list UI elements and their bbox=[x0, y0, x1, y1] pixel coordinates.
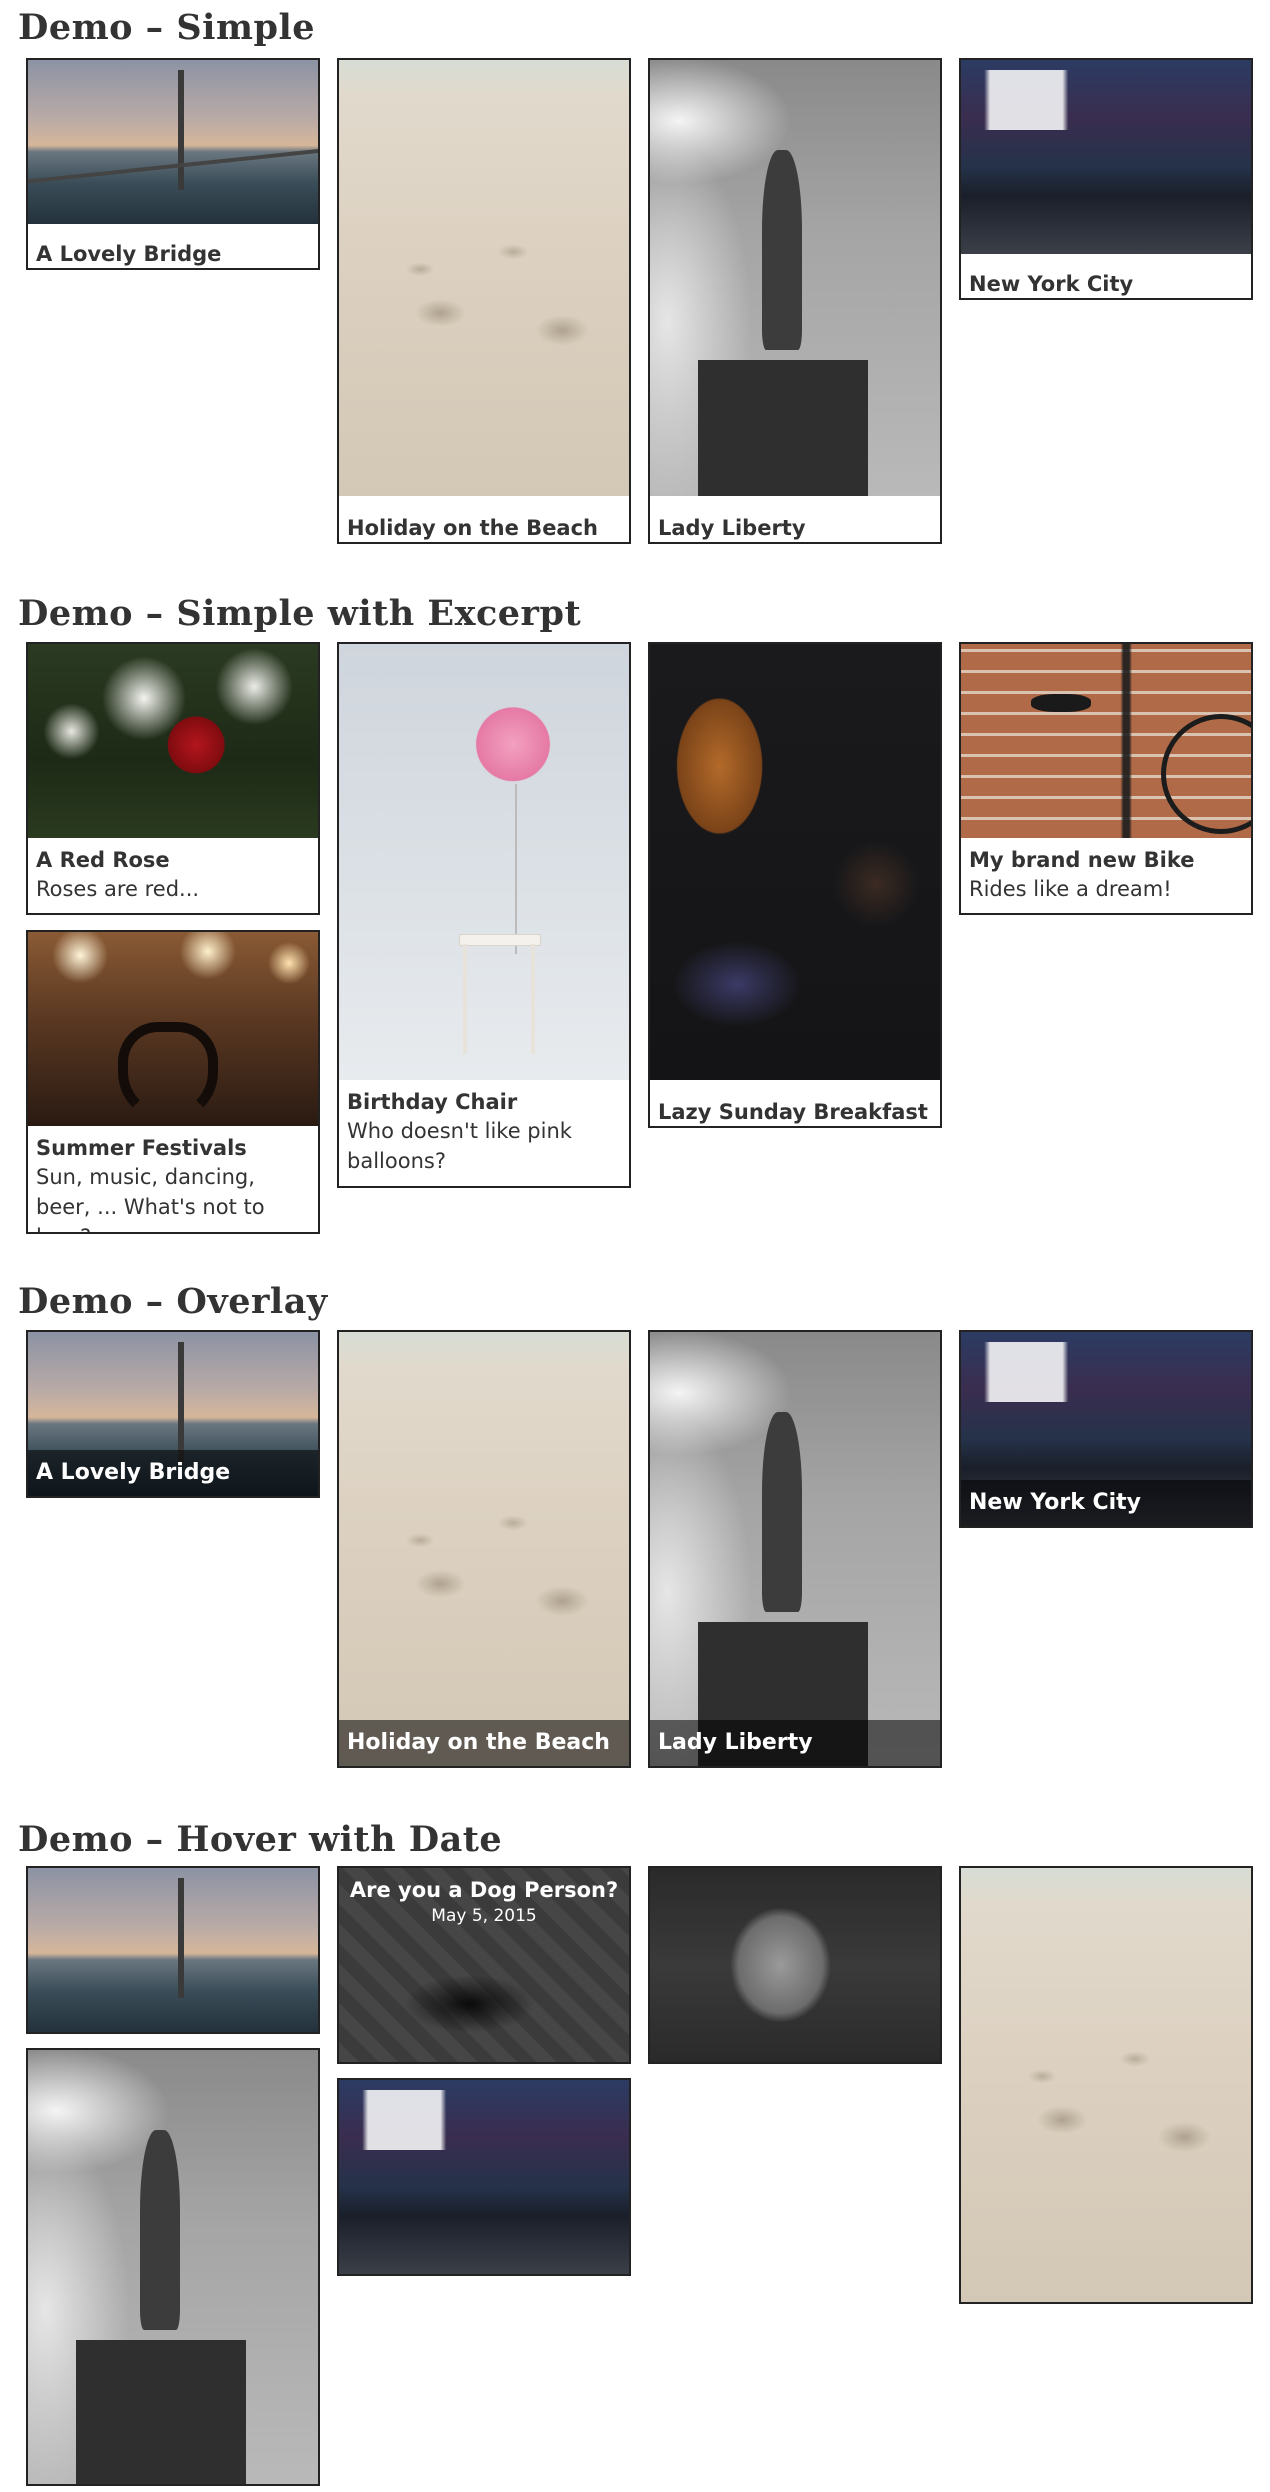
card-excerpt: Who doesn't like pink balloons? bbox=[347, 1119, 572, 1173]
gallery-card-concert[interactable]: Summer Festivals Sun, music, dancing, be… bbox=[26, 930, 320, 1234]
statue-of-liberty-photo bbox=[650, 60, 940, 496]
beach-footprints-photo bbox=[961, 1868, 1251, 2302]
card-title: Lady Liberty bbox=[658, 516, 806, 540]
section-heading-hover: Demo – Hover with Date bbox=[18, 1819, 503, 1860]
gallery-card-balloon-chair[interactable]: Birthday Chair Who doesn't like pink bal… bbox=[337, 642, 631, 1188]
gallery-card-beach[interactable]: Holiday on the Beach bbox=[337, 58, 631, 544]
gallery-card-bridge-hover[interactable] bbox=[26, 1866, 320, 2034]
card-title: A Red Rose bbox=[36, 848, 170, 872]
section-heading-simple: Demo – Simple bbox=[18, 7, 316, 48]
card-title: Holiday on the Beach bbox=[347, 516, 599, 540]
gallery-card-rose[interactable]: A Red Rose Roses are red... bbox=[26, 642, 320, 915]
gallery-card-bridge-overlay[interactable]: A Lovely Bridge bbox=[26, 1330, 320, 1498]
gallery-card-nyc[interactable]: New York City bbox=[959, 58, 1253, 300]
card-title: Summer Festivals bbox=[36, 1136, 247, 1160]
card-title-overlay: Lady Liberty bbox=[650, 1720, 940, 1766]
gallery-card-liberty-overlay[interactable]: Lady Liberty bbox=[648, 1330, 942, 1768]
gallery-card-nyc-hover[interactable] bbox=[337, 2078, 631, 2276]
gallery-card-bike[interactable]: My brand new Bike Rides like a dream! bbox=[959, 642, 1253, 915]
card-date: May 5, 2015 bbox=[431, 1906, 537, 1926]
times-square-photo bbox=[339, 2080, 629, 2274]
beach-footprints-photo bbox=[339, 60, 629, 496]
times-square-photo bbox=[961, 60, 1251, 254]
section-heading-overlay: Demo – Overlay bbox=[18, 1281, 328, 1322]
statue-of-liberty-photo bbox=[28, 2050, 318, 2484]
hover-overlay: Are you a Dog Person? May 5, 2015 bbox=[339, 1868, 629, 2062]
card-title: New York City bbox=[969, 272, 1134, 296]
gallery-card-beach-hover[interactable] bbox=[959, 1866, 1253, 2304]
statue-of-liberty-photo bbox=[650, 1332, 940, 1766]
card-title: My brand new Bike bbox=[969, 848, 1195, 872]
beach-footprints-photo bbox=[339, 1332, 629, 1766]
gallery-card-liberty[interactable]: Lady Liberty bbox=[648, 58, 942, 544]
card-excerpt: Rides like a dream! bbox=[969, 877, 1172, 901]
card-title-overlay: A Lovely Bridge bbox=[28, 1450, 318, 1496]
cat-photo bbox=[650, 1868, 940, 2062]
gallery-card-beach-overlay[interactable]: Holiday on the Beach bbox=[337, 1330, 631, 1768]
card-title-overlay: New York City bbox=[961, 1480, 1251, 1526]
gallery-card-cat-hover[interactable] bbox=[648, 1866, 942, 2064]
gallery-card-breakfast[interactable]: Lazy Sunday Breakfast bbox=[648, 642, 942, 1128]
card-title: A Lovely Bridge bbox=[36, 242, 222, 266]
gallery-card-bridge[interactable]: A Lovely Bridge bbox=[26, 58, 320, 270]
balloon-chair-photo bbox=[339, 644, 629, 1080]
card-excerpt: Roses are red... bbox=[36, 877, 200, 901]
concert-photo bbox=[28, 932, 318, 1126]
red-rose-photo bbox=[28, 644, 318, 838]
bike-photo bbox=[961, 644, 1251, 838]
card-title-overlay: Holiday on the Beach bbox=[339, 1720, 629, 1766]
card-title: Birthday Chair bbox=[347, 1090, 518, 1114]
card-title: Lazy Sunday Breakfast bbox=[658, 1100, 928, 1124]
gallery-card-dog-hover[interactable]: Are you a Dog Person? May 5, 2015 bbox=[337, 1866, 631, 2064]
gallery-card-nyc-overlay[interactable]: New York City bbox=[959, 1330, 1253, 1528]
breakfast-photo bbox=[650, 644, 940, 1080]
gallery-card-liberty-hover[interactable] bbox=[26, 2048, 320, 2486]
section-heading-excerpt: Demo – Simple with Excerpt bbox=[18, 593, 582, 634]
bridge-photo bbox=[28, 1868, 318, 2032]
bridge-photo bbox=[28, 60, 318, 224]
card-excerpt: Sun, music, dancing, beer, ... What's no… bbox=[36, 1165, 265, 1232]
card-title: Are you a Dog Person? bbox=[349, 1878, 619, 1902]
